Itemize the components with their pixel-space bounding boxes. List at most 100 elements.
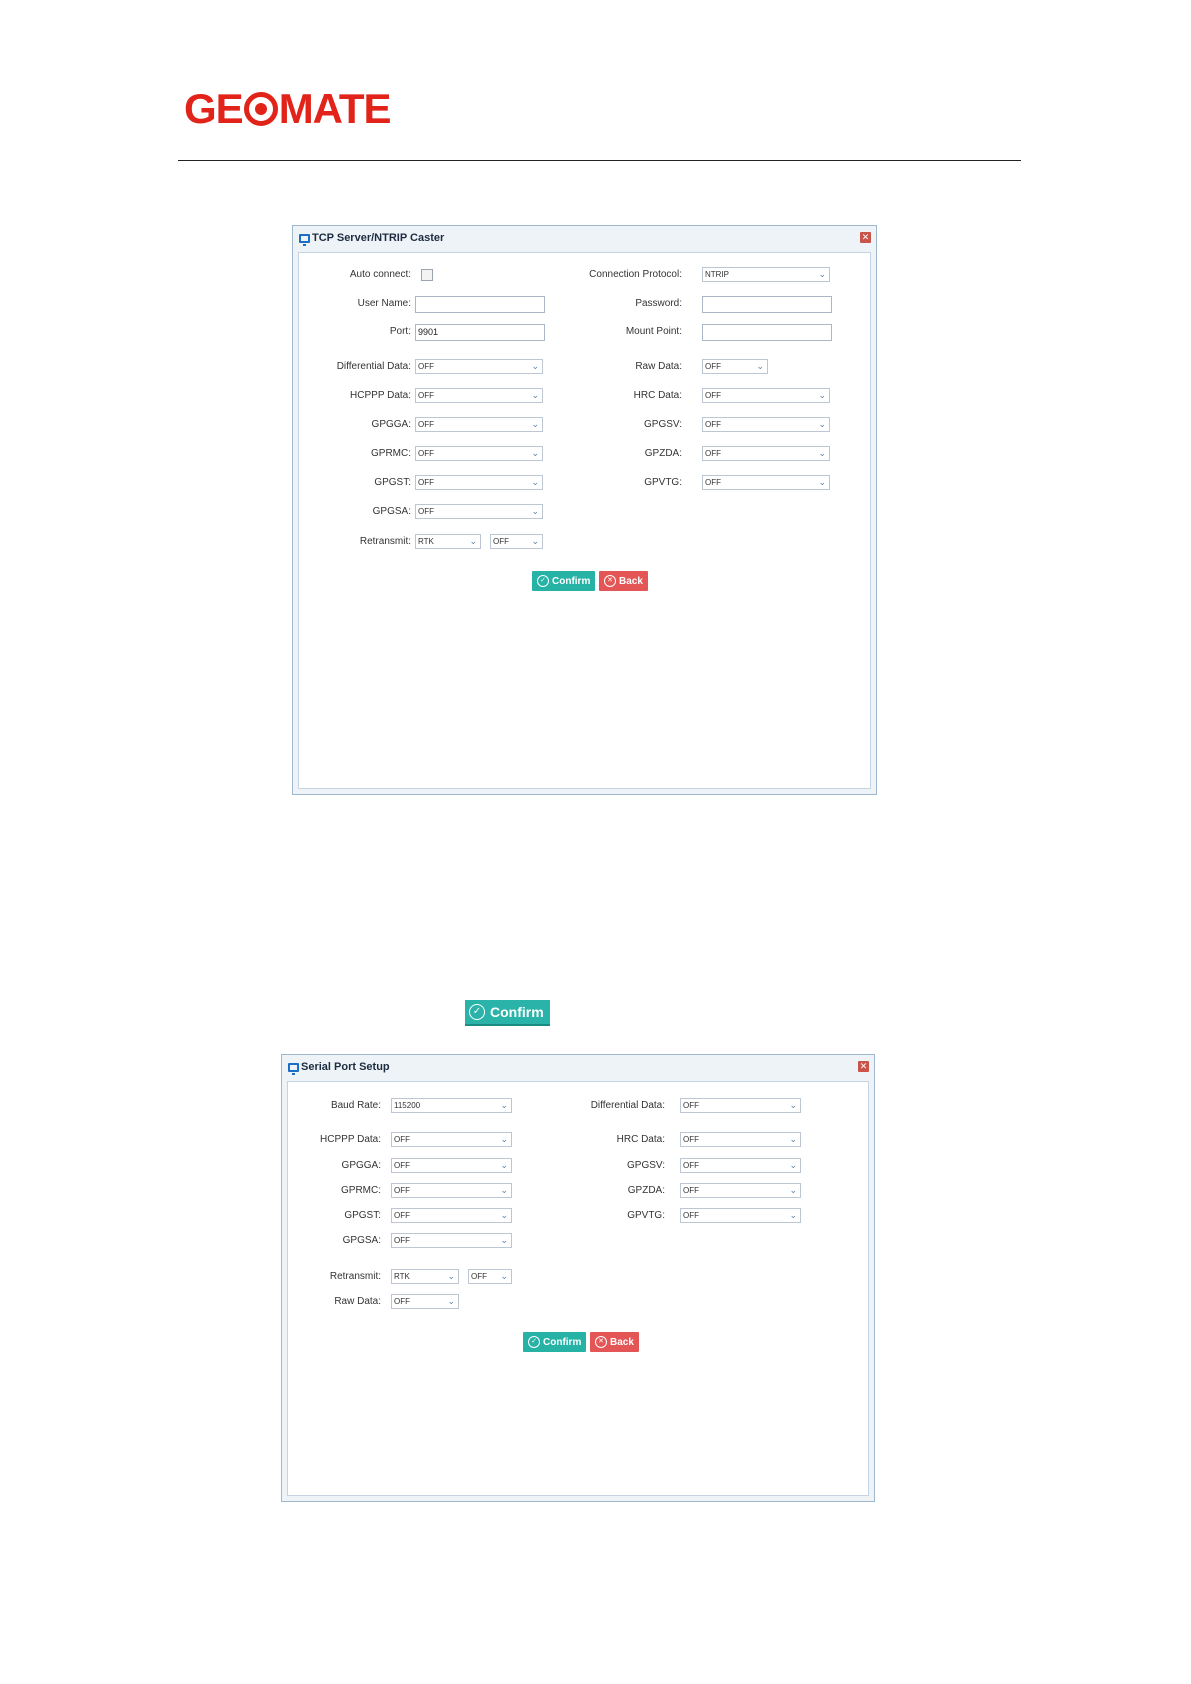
gpvtg-label: GPVTG:	[644, 477, 682, 488]
password-input[interactable]	[702, 296, 832, 313]
confirm-button[interactable]: ✓ Confirm	[523, 1332, 587, 1352]
tcp-server-window: TCP Server/NTRIP Caster ✕ Auto connect: …	[292, 225, 877, 795]
user-name-input[interactable]	[415, 296, 545, 313]
chevron-down-icon: ⌄	[531, 506, 539, 516]
gpvtg-label: GPVTG:	[627, 1210, 665, 1221]
gpvtg-select[interactable]: OFF ⌄	[702, 475, 830, 490]
retransmit-value-2: OFF	[471, 1272, 487, 1281]
back-button-label: Back	[619, 575, 643, 587]
gpgst-value: OFF	[394, 1211, 410, 1220]
hcppp-data-select[interactable]: OFF ⌄	[415, 388, 543, 403]
gpgga-label: GPGGA:	[341, 1160, 381, 1171]
auto-connect-checkbox[interactable]	[421, 269, 433, 281]
chevron-down-icon: ⌄	[531, 390, 539, 400]
chevron-down-icon: ⌄	[789, 1210, 797, 1220]
chevron-down-icon: ⌄	[447, 1271, 455, 1281]
serial-window-titlebar: Serial Port Setup	[282, 1055, 874, 1079]
gpgsa-select[interactable]: OFF ⌄	[391, 1233, 512, 1248]
port-input[interactable]	[415, 324, 545, 341]
gpgsv-select[interactable]: OFF ⌄	[702, 417, 830, 432]
hrc-data-label: HRC Data:	[616, 1134, 665, 1145]
differential-data-label: Differential Data:	[590, 1100, 665, 1111]
chevron-down-icon: ⌄	[500, 1100, 508, 1110]
back-button-label: Back	[610, 1336, 634, 1348]
gpgga-value: OFF	[394, 1161, 410, 1170]
raw-data-select[interactable]: OFF ⌄	[391, 1294, 459, 1309]
gpzda-select[interactable]: OFF ⌄	[702, 446, 830, 461]
connection-protocol-value: NTRIP	[705, 270, 729, 279]
chevron-down-icon: ⌄	[818, 390, 826, 400]
serial-port-window: Serial Port Setup ✕ Baud Rate: 115200 ⌄ D…	[281, 1054, 875, 1502]
logo-text-left: GE	[184, 85, 244, 132]
differential-data-select[interactable]: OFF ⌄	[415, 359, 543, 374]
gpgsa-label: GPGSA:	[372, 506, 411, 517]
retransmit-select-2[interactable]: OFF ⌄	[468, 1269, 512, 1284]
mount-point-input[interactable]	[702, 324, 832, 341]
back-button[interactable]: ✕ Back	[590, 1332, 639, 1352]
gpzda-select[interactable]: OFF ⌄	[680, 1183, 801, 1198]
connection-protocol-label: Connection Protocol:	[589, 269, 682, 280]
baud-rate-select[interactable]: 115200 ⌄	[391, 1098, 512, 1113]
gpgsv-select[interactable]: OFF ⌄	[680, 1158, 801, 1173]
gpgga-select[interactable]: OFF ⌄	[415, 417, 543, 432]
chevron-down-icon: ⌄	[500, 1134, 508, 1144]
retransmit-select-1[interactable]: RTK ⌄	[415, 534, 481, 549]
differential-data-select[interactable]: OFF ⌄	[680, 1098, 801, 1113]
gprmc-label: GPRMC:	[371, 448, 411, 459]
back-button[interactable]: ✕ Back	[599, 571, 648, 591]
gpgsv-value: OFF	[683, 1161, 699, 1170]
gpgst-value: OFF	[418, 478, 434, 487]
chevron-down-icon: ⌄	[789, 1100, 797, 1110]
differential-data-value: OFF	[683, 1101, 699, 1110]
gpgga-select[interactable]: OFF ⌄	[391, 1158, 512, 1173]
chevron-down-icon: ⌄	[469, 536, 477, 546]
gprmc-select[interactable]: OFF ⌄	[415, 446, 543, 461]
chevron-down-icon: ⌄	[500, 1210, 508, 1220]
gpvtg-value: OFF	[705, 478, 721, 487]
raw-data-value: OFF	[705, 362, 721, 371]
hcppp-data-value: OFF	[418, 391, 434, 400]
gpgsa-select[interactable]: OFF ⌄	[415, 504, 543, 519]
confirm-button-label: Confirm	[552, 575, 591, 587]
baud-rate-label: Baud Rate:	[330, 1100, 381, 1111]
chevron-down-icon: ⌄	[789, 1134, 797, 1144]
retransmit-select-1[interactable]: RTK ⌄	[391, 1269, 459, 1284]
gpzda-value: OFF	[705, 449, 721, 458]
chevron-down-icon: ⌄	[789, 1185, 797, 1195]
connection-protocol-select[interactable]: NTRIP ⌄	[702, 267, 830, 282]
retransmit-value-1: RTK	[394, 1272, 410, 1281]
hrc-data-select[interactable]: OFF ⌄	[702, 388, 830, 403]
raw-data-select[interactable]: OFF ⌄	[702, 359, 768, 374]
gpgst-select[interactable]: OFF ⌄	[415, 475, 543, 490]
close-icon[interactable]: ✕	[858, 1061, 869, 1072]
chevron-down-icon: ⌄	[818, 448, 826, 458]
raw-data-value: OFF	[394, 1297, 410, 1306]
close-circle-icon: ✕	[595, 1336, 607, 1348]
chevron-down-icon: ⌄	[789, 1160, 797, 1170]
close-icon[interactable]: ✕	[860, 232, 871, 243]
port-label: Port:	[389, 326, 411, 337]
confirm-illustration-label: Confirm	[490, 1004, 544, 1020]
chevron-down-icon: ⌄	[447, 1296, 455, 1306]
retransmit-select-2[interactable]: OFF ⌄	[490, 534, 543, 549]
gpgst-select[interactable]: OFF ⌄	[391, 1208, 512, 1223]
hrc-data-value: OFF	[705, 391, 721, 400]
gpvtg-select[interactable]: OFF ⌄	[680, 1208, 801, 1223]
confirm-button[interactable]: ✓ Confirm	[532, 571, 596, 591]
gpgst-label: GPGST:	[374, 477, 411, 488]
gpgsa-label: GPGSA:	[342, 1235, 381, 1246]
gpzda-label: GPZDA:	[627, 1185, 665, 1196]
gpgst-label: GPGST:	[344, 1210, 381, 1221]
retransmit-value-1: RTK	[418, 537, 434, 546]
monitor-icon	[299, 233, 310, 246]
gpzda-value: OFF	[683, 1186, 699, 1195]
hrc-data-select[interactable]: OFF ⌄	[680, 1132, 801, 1147]
raw-data-label: Raw Data:	[334, 1296, 381, 1307]
chevron-down-icon: ⌄	[500, 1185, 508, 1195]
tcp-window-body: Auto connect: Connection Protocol: NTRIP…	[298, 252, 871, 789]
logo-text-right: MATE	[278, 85, 392, 132]
confirm-button-illustration[interactable]: ✓ Confirm	[465, 1000, 550, 1026]
gprmc-select[interactable]: OFF ⌄	[391, 1183, 512, 1198]
baud-rate-value: 115200	[394, 1101, 421, 1110]
hcppp-data-select[interactable]: OFF ⌄	[391, 1132, 512, 1147]
